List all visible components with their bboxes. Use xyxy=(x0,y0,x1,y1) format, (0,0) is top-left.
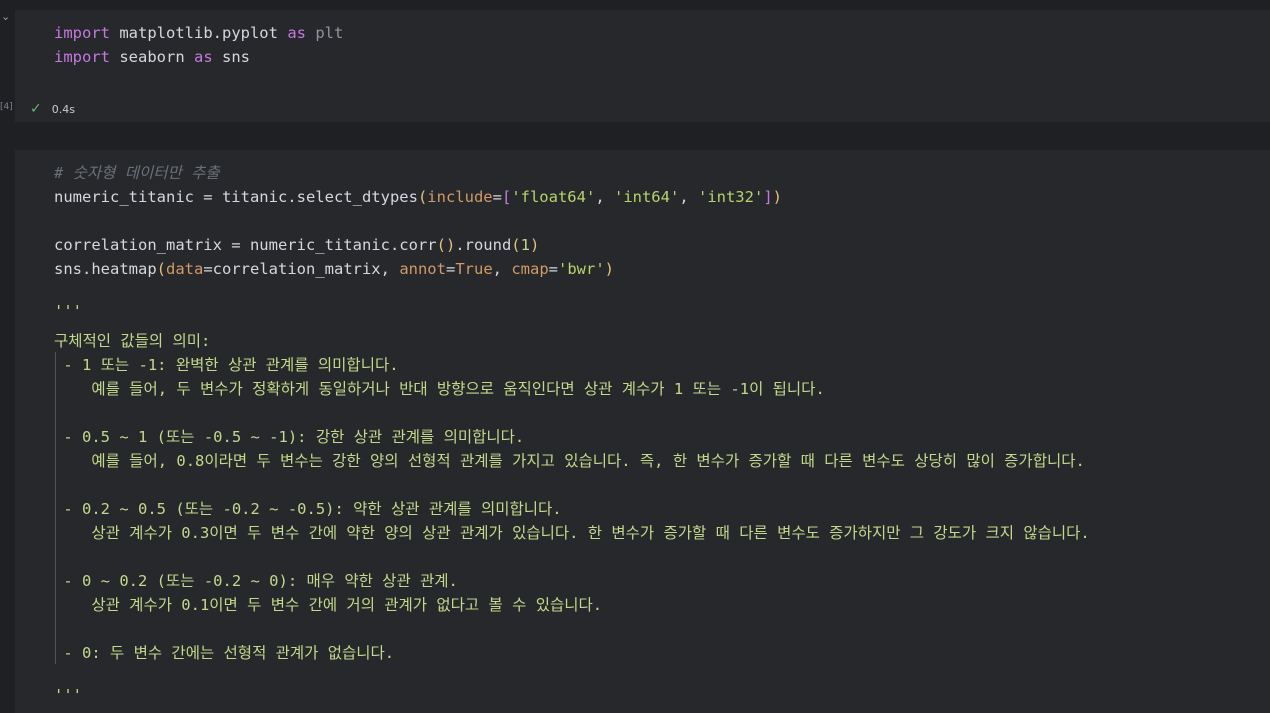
code-line-heatmap: sns.heatmap(data=correlation_matrix, ann… xyxy=(54,257,614,281)
separator: , xyxy=(679,188,698,206)
number: 1 xyxy=(520,236,530,254)
docstring-line: 상관 계수가 0.1이면 두 변수 간에 거의 관계가 없다고 볼 수 있습니다… xyxy=(54,596,603,614)
operator: = xyxy=(548,260,558,278)
check-icon: ✓ xyxy=(30,101,42,117)
code-text: .round xyxy=(455,236,512,254)
code-comment: # 숫자형 데이터만 추출 xyxy=(54,161,220,185)
string: 'float64' xyxy=(511,188,596,206)
bracket: ) xyxy=(772,188,782,206)
operator: = xyxy=(492,188,502,206)
string: 'bwr' xyxy=(558,260,605,278)
param-name: data xyxy=(166,260,204,278)
module-name: seaborn xyxy=(110,48,194,66)
code-line-select-dtypes: numeric_titanic = titanic.select_dtypes(… xyxy=(54,185,782,209)
keyword: import xyxy=(54,48,110,66)
run-duration: 0.4s xyxy=(51,102,75,116)
code-line-import-matplotlib: import matplotlib.pyplot as plt xyxy=(54,21,343,45)
bracket: ( xyxy=(511,236,521,254)
keyword: import xyxy=(54,24,110,42)
docstring-close: ''' xyxy=(54,686,82,704)
separator: , xyxy=(492,260,512,278)
docstring-line: - 0.5 ~ 1 (또는 -0.5 ~ -1): 강한 상관 관계를 의미합니… xyxy=(54,428,525,446)
param-name: cmap xyxy=(511,260,549,278)
bracket: ] xyxy=(763,188,773,206)
docstring-title: 구체적인 값들의 의미: xyxy=(54,332,211,350)
string: 'int64' xyxy=(613,188,680,206)
code-line-import-seaborn: import seaborn as sns xyxy=(54,45,250,69)
code-text: correlation_matrix = numeric_titanic.cor… xyxy=(54,236,437,254)
docstring-line: - 1 또는 -1: 완벽한 상관 관계를 의미합니다. xyxy=(54,356,399,374)
bracket: () xyxy=(436,236,456,254)
docstring-line: 상관 계수가 0.3이면 두 변수 간에 약한 양의 상관 관계가 있습니다. … xyxy=(54,524,1090,542)
docstring-line: - 0.2 ~ 0.5 (또는 -0.2 ~ -0.5): 약한 상관 관계를 … xyxy=(54,500,562,518)
bracket: ( xyxy=(417,188,428,206)
operator: = xyxy=(203,260,213,278)
docstring-line: 예를 들어, 두 변수가 정확하게 동일하거나 반대 방향으로 움직인다면 상관… xyxy=(54,380,825,398)
notebook-page: ⌄ [4] import matplotlib.pyplot as plt im… xyxy=(0,0,1270,713)
docstring-open: ''' xyxy=(54,302,82,320)
docstring-line: - 0: 두 변수 간에는 선형적 관계가 없습니다. xyxy=(54,644,395,662)
code-line-corr: correlation_matrix = numeric_titanic.cor… xyxy=(54,233,539,257)
code-text: numeric_titanic = titanic.select_dtypes xyxy=(54,188,418,206)
operator: = xyxy=(445,260,456,278)
string: 'int32' xyxy=(697,188,764,206)
cell-run-status: ✓ 0.4s xyxy=(30,100,75,118)
code-text: correlation_matrix, xyxy=(212,260,400,278)
docstring-line: 예를 들어, 0.8이라면 두 변수는 강한 양의 선형적 관계를 가지고 있습… xyxy=(54,452,1085,470)
comment-text: # 숫자형 데이터만 추출 xyxy=(54,164,220,182)
bracket: ) xyxy=(529,236,540,254)
chevron-down-icon[interactable]: ⌄ xyxy=(1,11,11,22)
keyword: as xyxy=(194,48,213,66)
alias-name: sns xyxy=(212,48,250,66)
bracket: ( xyxy=(156,260,166,278)
separator: , xyxy=(595,188,614,206)
param-name: include xyxy=(427,188,493,206)
constant: True xyxy=(455,260,493,278)
module-name: matplotlib.pyplot xyxy=(110,24,288,42)
bracket: ) xyxy=(604,260,615,278)
execution-count: [4] xyxy=(0,102,13,112)
alias-name: plt xyxy=(305,24,344,42)
bracket: [ xyxy=(501,188,512,206)
docstring-line: - 0 ~ 0.2 (또는 -0.2 ~ 0): 매우 약한 상관 관계. xyxy=(54,572,458,590)
keyword: as xyxy=(287,24,306,42)
param-name: annot xyxy=(399,260,446,278)
code-text: sns.heatmap xyxy=(54,260,157,278)
